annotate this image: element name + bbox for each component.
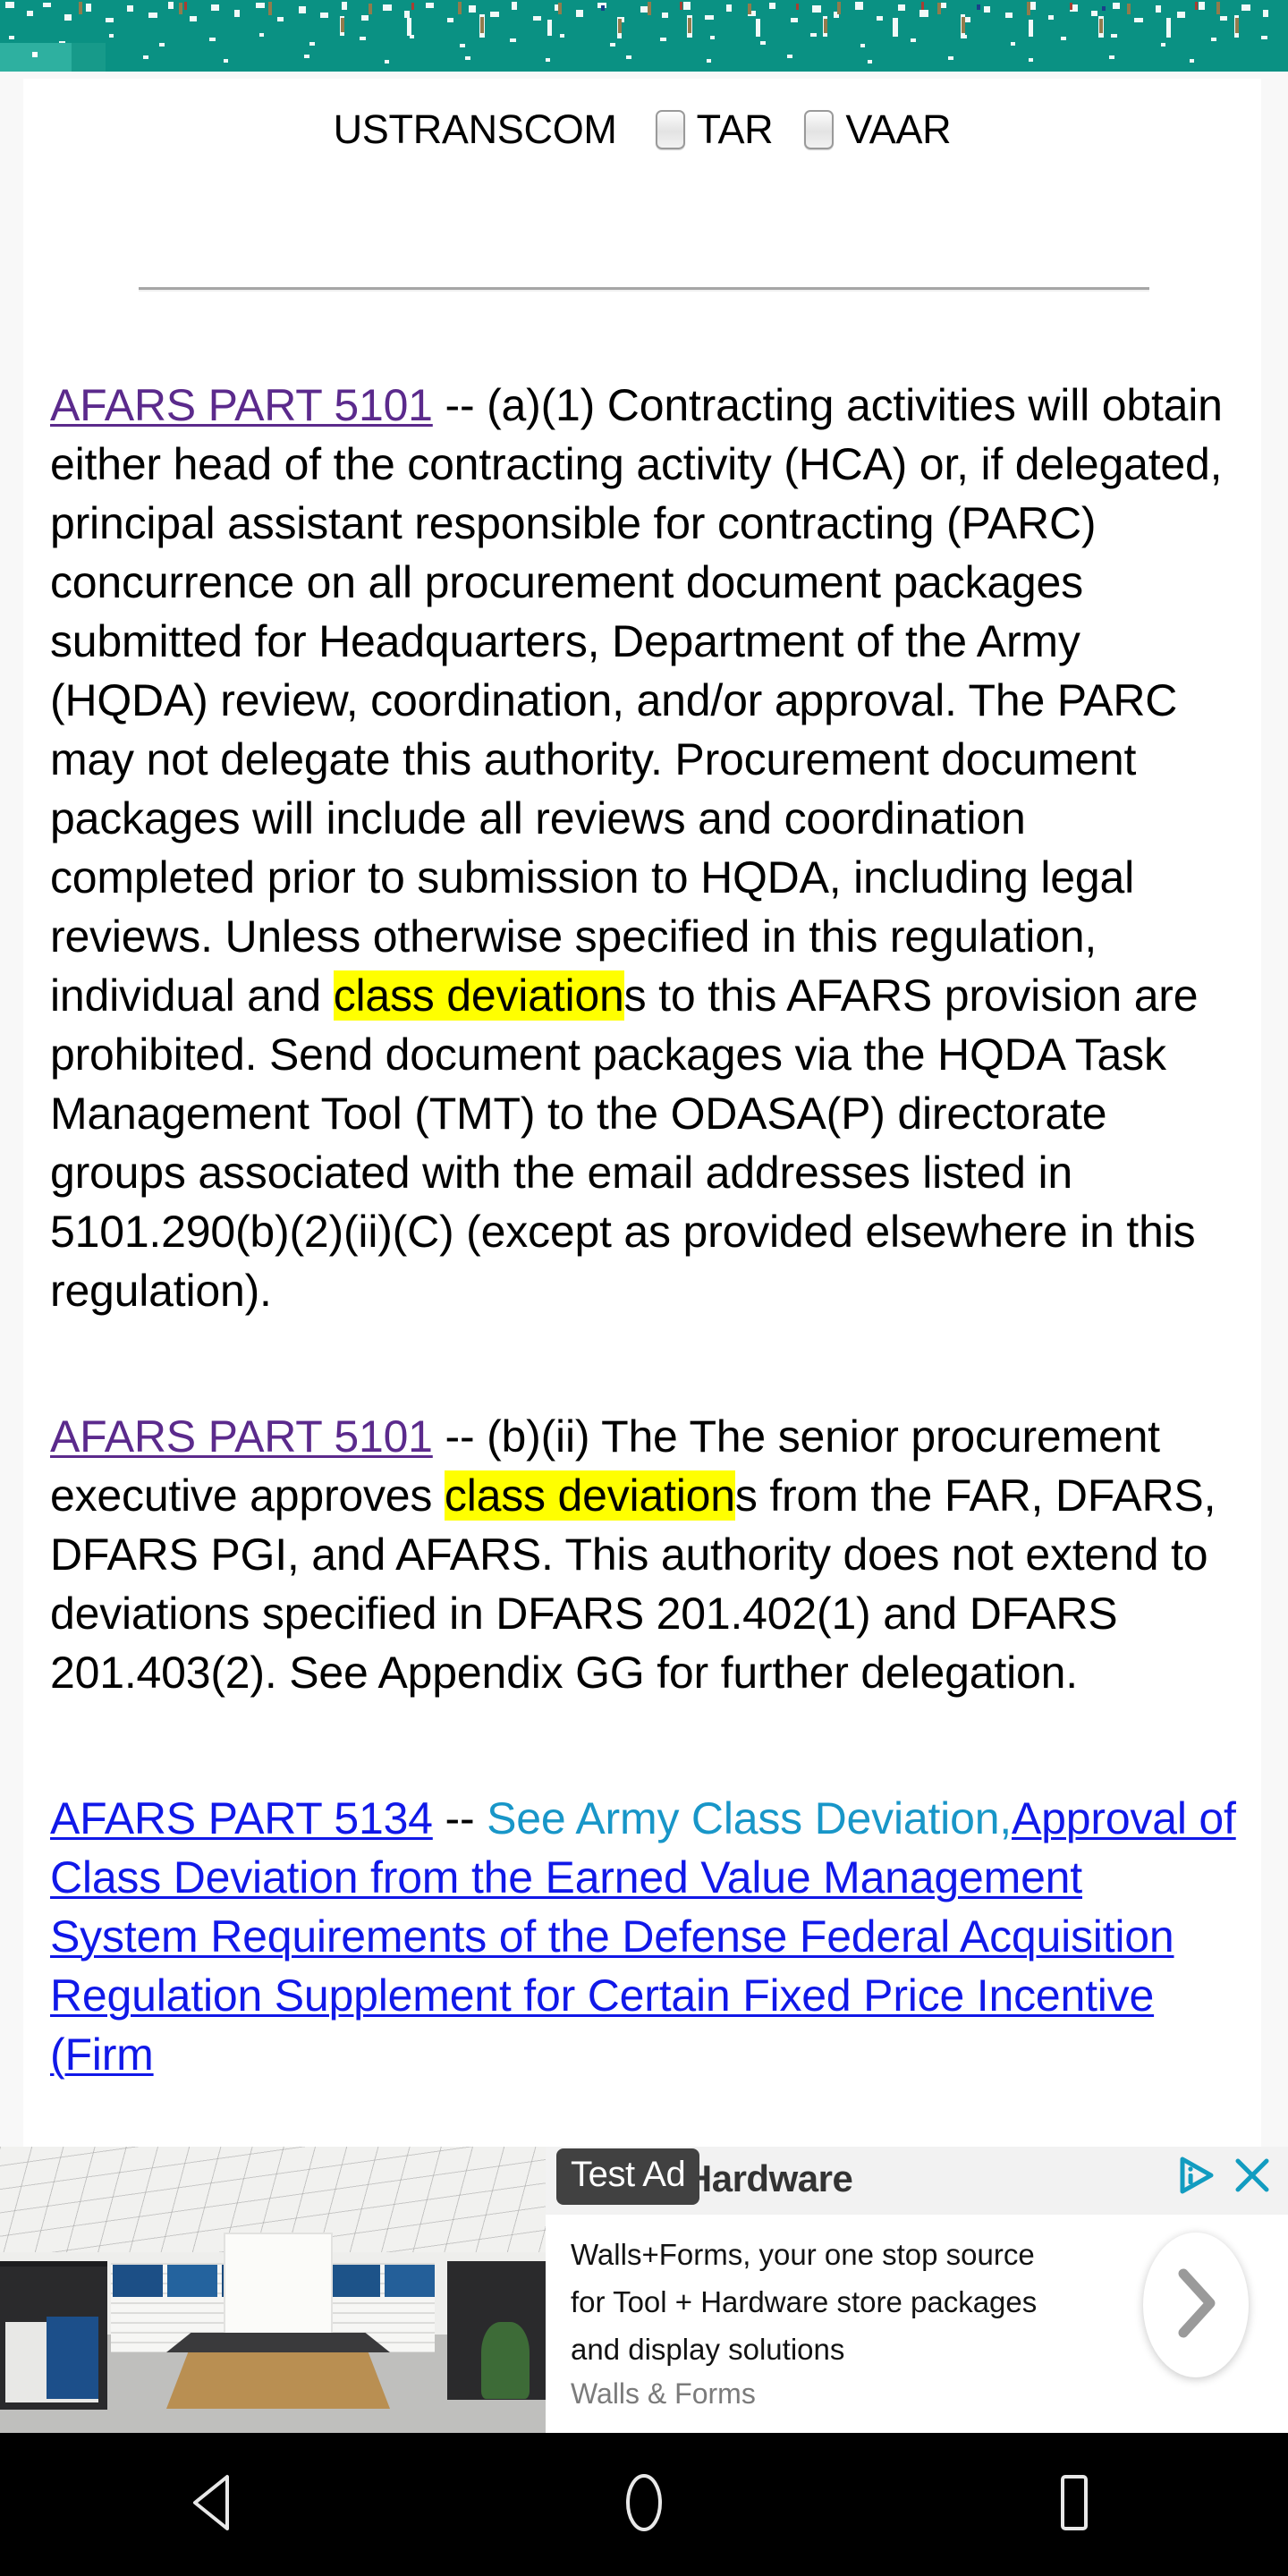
agency-label: USTRANSCOM — [333, 106, 617, 152]
glitch-noise-overlay — [5, 2, 1268, 64]
paragraph-text-before-highlight-0: (a)(1) Contracting activities will obtai… — [50, 380, 1223, 1021]
glitch-patch-accent-2 — [72, 43, 106, 72]
link-afars-part-5101-b[interactable]: AFARS PART 5101 — [50, 1411, 433, 1462]
checkbox-label-tar: TAR — [696, 106, 774, 152]
ad-creative-image[interactable] — [0, 2147, 546, 2433]
paragraph-separator-0: -- — [432, 380, 487, 430]
paragraph-separator-1: -- — [432, 1411, 487, 1462]
checkbox-group-vaar[interactable]: VAAR — [804, 106, 952, 153]
adchoices-icon[interactable] — [1175, 2154, 1218, 2197]
checkbox-group-tar[interactable]: TAR — [655, 106, 774, 153]
ad-body-text: Walls+Forms, your one stop source for To… — [571, 2238, 1038, 2366]
android-navigation-bar — [0, 2433, 1288, 2576]
glitch-patch-accent-3 — [32, 52, 38, 57]
ad-image-counter-top — [166, 2333, 390, 2352]
paragraph-afars-5101-bii: AFARS PART 5101 -- (b)(ii) The The senio… — [50, 1407, 1240, 1702]
recents-square-icon — [1048, 2473, 1098, 2537]
glitch-patch-accent — [0, 43, 72, 72]
ad-cta-button[interactable] — [1143, 2233, 1249, 2377]
link-afars-part-5101-a[interactable]: AFARS PART 5101 — [50, 380, 433, 430]
checkbox-tar[interactable] — [655, 110, 685, 149]
paragraph-afars-5101-a1: AFARS PART 5101 -- (a)(1) Contracting ac… — [50, 376, 1240, 1320]
close-icon[interactable] — [1231, 2154, 1274, 2197]
ad-advertiser-name: Walls & Forms — [571, 2377, 756, 2410]
advertisement-banner[interactable]: Tool + Hardware Test Ad Walls+Forms, you… — [0, 2147, 1288, 2433]
document-header-row: USTRANSCOM TAR VAAR — [23, 89, 1261, 170]
document-body: AFARS PART 5101 -- (a)(1) Contracting ac… — [50, 376, 1240, 2084]
nav-back-button[interactable] — [0, 2433, 429, 2576]
ad-image-tool-cabinet — [47, 2317, 98, 2399]
nav-home-button[interactable] — [429, 2433, 859, 2576]
ad-text-panel[interactable]: Tool + Hardware Test Ad Walls+Forms, you… — [546, 2147, 1288, 2433]
paragraph-afars-5134: AFARS PART 5134 -- See Army Class Deviat… — [50, 1789, 1240, 2084]
paragraph-text-after-highlight-0: s to this AFARS provision are prohibited… — [50, 970, 1199, 1316]
home-circle-icon — [615, 2471, 673, 2538]
ad-image-plant — [481, 2322, 530, 2399]
browser-chrome-glitched[interactable] — [0, 0, 1288, 72]
text-see-army-class-deviation: See Army Class Deviation, — [487, 1793, 1012, 1843]
nav-recents-button[interactable] — [859, 2433, 1288, 2576]
checkbox-vaar[interactable] — [804, 110, 835, 149]
back-triangle-icon — [188, 2473, 242, 2537]
highlight-class-deviation-1: class deviation — [333, 970, 624, 1021]
ad-test-badge: Test Ad — [556, 2148, 700, 2205]
link-afars-part-5134[interactable]: AFARS PART 5134 — [50, 1793, 433, 1843]
checkbox-label-vaar: VAAR — [845, 106, 952, 152]
highlight-class-deviation-2: class deviation — [444, 1470, 735, 1521]
horizontal-divider — [139, 287, 1149, 292]
paragraph-separator-2: -- — [432, 1793, 487, 1843]
chevron-right-icon — [1169, 2265, 1223, 2346]
